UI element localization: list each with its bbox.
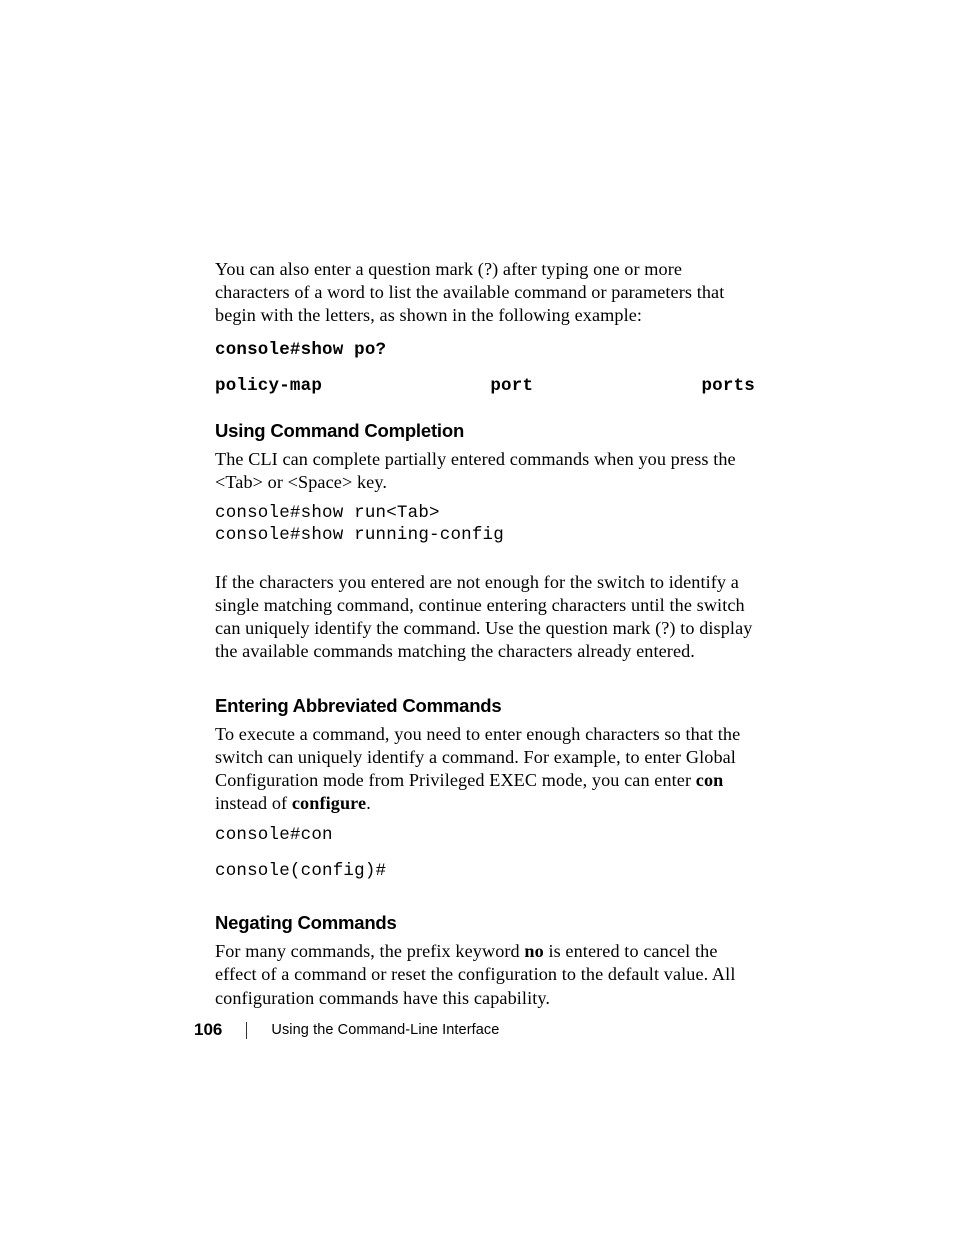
page: You can also enter a question mark (?) a… (0, 0, 954, 1235)
option-policy-map: policy-map (215, 376, 322, 396)
abbrev-text-pre: To execute a command, you need to enter … (215, 724, 740, 790)
cmd-con: console#con (215, 824, 755, 846)
negating-text-pre: For many commands, the prefix keyword (215, 941, 524, 961)
abbrev-text-post: . (366, 793, 371, 813)
po-options-row: policy-map port ports (215, 376, 755, 396)
cmd-config-prompt: console(config)# (215, 860, 755, 882)
intro-paragraph: You can also enter a question mark (?) a… (215, 258, 755, 327)
heading-command-completion: Using Command Completion (215, 420, 755, 442)
option-port: port (490, 376, 533, 396)
page-content: You can also enter a question mark (?) a… (215, 258, 755, 1018)
page-footer: 106 Using the Command-Line Interface (194, 1020, 754, 1040)
para-negating: For many commands, the prefix keyword no… (215, 940, 755, 1009)
footer-divider (246, 1022, 247, 1039)
abbrev-text-mid: instead of (215, 793, 292, 813)
bold-configure: configure (292, 793, 366, 813)
para-completion-intro: The CLI can complete partially entered c… (215, 448, 755, 494)
bold-no: no (524, 941, 543, 961)
para-completion-detail: If the characters you entered are not en… (215, 571, 755, 663)
option-ports: ports (701, 376, 755, 396)
page-number: 106 (194, 1020, 222, 1040)
heading-abbreviated: Entering Abbreviated Commands (215, 695, 755, 717)
bold-con: con (696, 770, 724, 790)
heading-negating: Negating Commands (215, 912, 755, 934)
cmd-show-po: console#show po? (215, 339, 755, 361)
cmd-completion-example: console#show run<Tab> console#show runni… (215, 502, 755, 547)
para-abbreviated: To execute a command, you need to enter … (215, 723, 755, 815)
footer-title: Using the Command-Line Interface (271, 1022, 499, 1038)
